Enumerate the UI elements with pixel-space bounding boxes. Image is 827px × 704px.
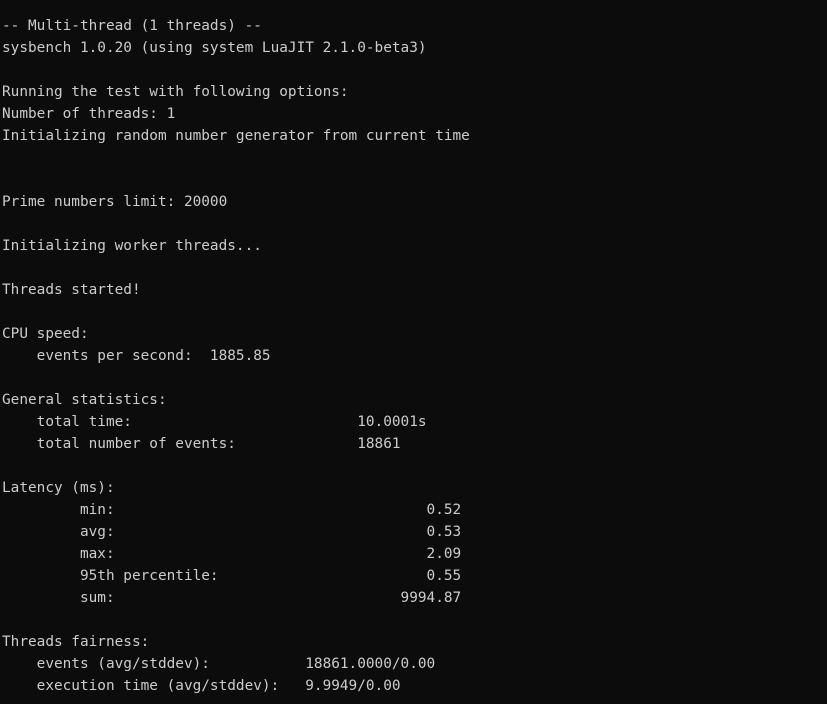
- terminal-line: total time: 10.0001s: [2, 414, 427, 430]
- terminal-line: events per second: 1885.85: [2, 348, 271, 364]
- terminal-line: CPU speed:: [2, 326, 89, 342]
- terminal-line: Number of threads: 1: [2, 106, 176, 122]
- terminal-line: Initializing random number generator fro…: [2, 128, 470, 144]
- terminal-line: Running the test with following options:: [2, 84, 349, 100]
- terminal-output[interactable]: -- Multi-thread (1 threads) -- sysbench …: [0, 0, 827, 704]
- terminal-line: Threads started!: [2, 282, 141, 298]
- terminal-line: sum: 9994.87: [2, 590, 462, 606]
- terminal-line: General statistics:: [2, 392, 167, 408]
- terminal-line: events (avg/stddev): 18861.0000/0.00: [2, 656, 436, 672]
- terminal-line: max: 2.09: [2, 546, 462, 562]
- terminal-line: min: 0.52: [2, 502, 462, 518]
- terminal-line: total number of events: 18861: [2, 436, 401, 452]
- terminal-line: 95th percentile: 0.55: [2, 568, 462, 584]
- terminal-line: Threads fairness:: [2, 634, 150, 650]
- terminal-line: sysbench 1.0.20 (using system LuaJIT 2.1…: [2, 40, 427, 56]
- terminal-line: Latency (ms):: [2, 480, 115, 496]
- terminal-line: Prime numbers limit: 20000: [2, 194, 228, 210]
- terminal-line: Initializing worker threads...: [2, 238, 262, 254]
- terminal-line: execution time (avg/stddev): 9.9949/0.00: [2, 678, 401, 694]
- terminal-line: -- Multi-thread (1 threads) --: [2, 18, 262, 34]
- terminal-line: avg: 0.53: [2, 524, 462, 540]
